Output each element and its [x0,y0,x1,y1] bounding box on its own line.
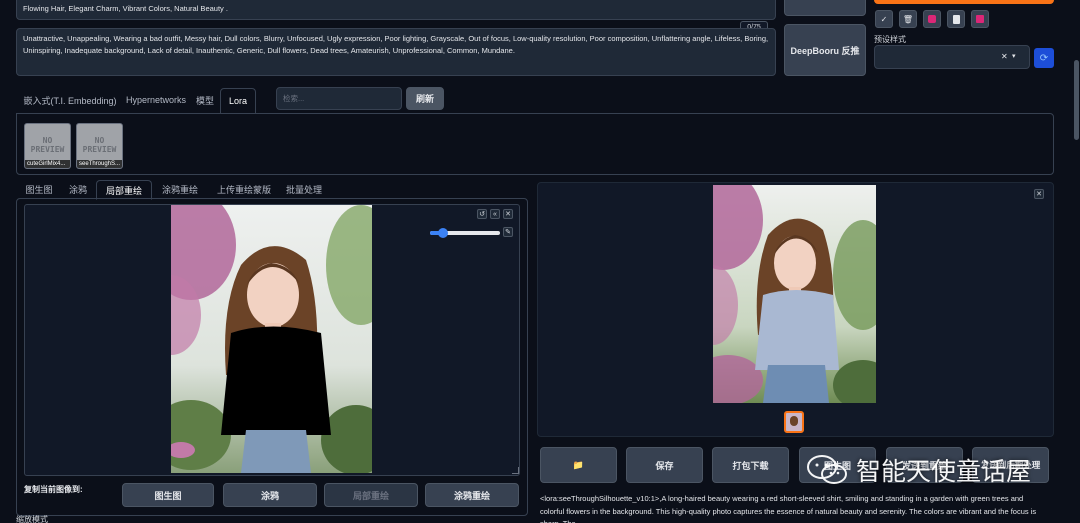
portrait-photo [171,205,372,473]
page-scrollbar[interactable] [1072,0,1080,523]
resize-handle-icon[interactable] [512,467,519,474]
resize-mode-label: 缩放模式 [16,515,48,523]
copy-to-img2img-button[interactable]: 图生图 [122,483,214,507]
folder-icon: 📁 [572,459,585,470]
paste-params-button[interactable] [947,10,965,28]
copy-to-label: 复制当前图像到: [24,485,83,494]
show-extra-networks-button[interactable] [923,10,941,28]
trash-icon: 🗑 [902,14,914,24]
zip-download-button[interactable]: 打包下载 [712,447,789,483]
undo-button[interactable]: ↺ [477,209,487,219]
no-preview-placeholder: NO PREVIEW [30,136,65,154]
apply-styles-button[interactable]: ✓ [875,10,893,28]
refresh-styles-button[interactable]: ⟳ [1034,48,1054,68]
close-icon: ✕ [1036,191,1042,198]
clear-icon[interactable]: ✕ [1001,52,1008,61]
paint-icon [928,15,936,23]
brush-icon: ✎ [505,229,511,236]
chevron-down-icon: ▾ [1012,53,1016,60]
interrogate-clip-button[interactable] [784,0,866,16]
deepbooru-button[interactable]: DeepBooru 反推 [784,24,866,76]
copy-to-sketch-button[interactable]: 涂鸦 [223,483,317,507]
refresh-icon: ⟳ [1039,52,1049,64]
watermark: 智能天使童话屋 [806,452,1031,488]
extra-networks-tabs: 嵌入式(T.I. Embedding) Hypernetworks 模型 Lor… [18,88,268,114]
clear-canvas-button[interactable]: ✕ [503,209,513,219]
brush-size-knob[interactable] [438,228,448,238]
brush-tool-button[interactable]: ✎ [503,227,513,237]
save-style-button[interactable] [971,10,989,28]
tab-hypernetworks[interactable]: Hypernetworks [122,88,190,112]
wechat-icon [807,455,847,484]
extra-networks-search[interactable]: 检索... [276,87,402,110]
output-photo [713,185,876,403]
preset-styles-label: 预设样式 [874,35,906,44]
positive-prompt-text: Flowing Hair, Elegant Charm, Vibrant Col… [23,4,228,13]
tab-model[interactable]: 模型 [190,88,220,112]
generation-info-text: <lora:seeThroughSilhouette_v10:1>,A long… [540,494,1037,523]
lora-card[interactable]: NO PREVIEW cuteGirlMix4... [24,123,71,169]
refresh-button[interactable]: 刷新 [406,87,444,110]
positive-prompt-field[interactable]: Flowing Hair, Elegant Charm, Vibrant Col… [16,0,776,20]
tab-sketch[interactable]: 涂鸦 [60,180,96,198]
reset-button[interactable]: « [490,209,500,219]
no-preview-placeholder: NO PREVIEW [82,136,117,154]
thumbnail-face [790,416,798,426]
save-icon [976,15,984,23]
generate-button[interactable] [874,0,1054,4]
clipboard-icon [952,14,960,24]
tab-embedding[interactable]: 嵌入式(T.I. Embedding) [18,88,122,112]
lora-card[interactable]: NO PREVIEW seeThroughS... [76,123,123,169]
save-button[interactable]: 保存 [626,447,703,483]
scrollbar-thumb[interactable] [1074,60,1079,140]
clear-prompt-button[interactable]: 🗑 [899,10,917,28]
check-icon: ✓ [880,14,888,24]
tab-lora[interactable]: Lora [220,88,256,114]
img2img-tabs: 图生图 涂鸦 局部重绘 涂鸦重绘 上传重绘蒙版 批量处理 [18,180,328,200]
tab-inpaint-upload[interactable]: 上传重绘蒙版 [208,180,280,198]
tab-img2img[interactable]: 图生图 [18,180,60,198]
tab-inpaint-sketch[interactable]: 涂鸦重绘 [152,180,208,198]
copy-to-inpaint-sketch-button[interactable]: 涂鸦重绘 [425,483,519,507]
close-icon: ✕ [505,211,511,218]
negative-prompt-text: Unattractive, Unappealing, Wearing a bad… [23,34,769,55]
preset-styles-dropdown[interactable]: ✕ ▾ [874,45,1030,69]
tab-batch[interactable]: 批量处理 [280,180,328,198]
negative-prompt-field[interactable]: Unattractive, Unappealing, Wearing a bad… [16,28,776,76]
close-output-button[interactable]: ✕ [1034,189,1044,199]
copy-to-inpaint-button[interactable]: 局部重绘 [324,483,418,507]
lora-card-name: seeThroughS... [77,160,122,168]
inpaint-image[interactable] [171,205,372,473]
open-folder-button[interactable]: 📁 [540,447,617,483]
brush-size-slider[interactable] [430,228,500,238]
output-image[interactable] [713,185,876,403]
lora-card-name: cuteGirlMix4... [25,160,70,168]
tab-inpaint[interactable]: 局部重绘 [96,180,152,200]
output-thumbnail[interactable] [784,411,804,433]
lora-cards-panel [16,113,1054,175]
undo-icon: ↺ [479,211,485,218]
rewind-icon: « [493,210,497,218]
